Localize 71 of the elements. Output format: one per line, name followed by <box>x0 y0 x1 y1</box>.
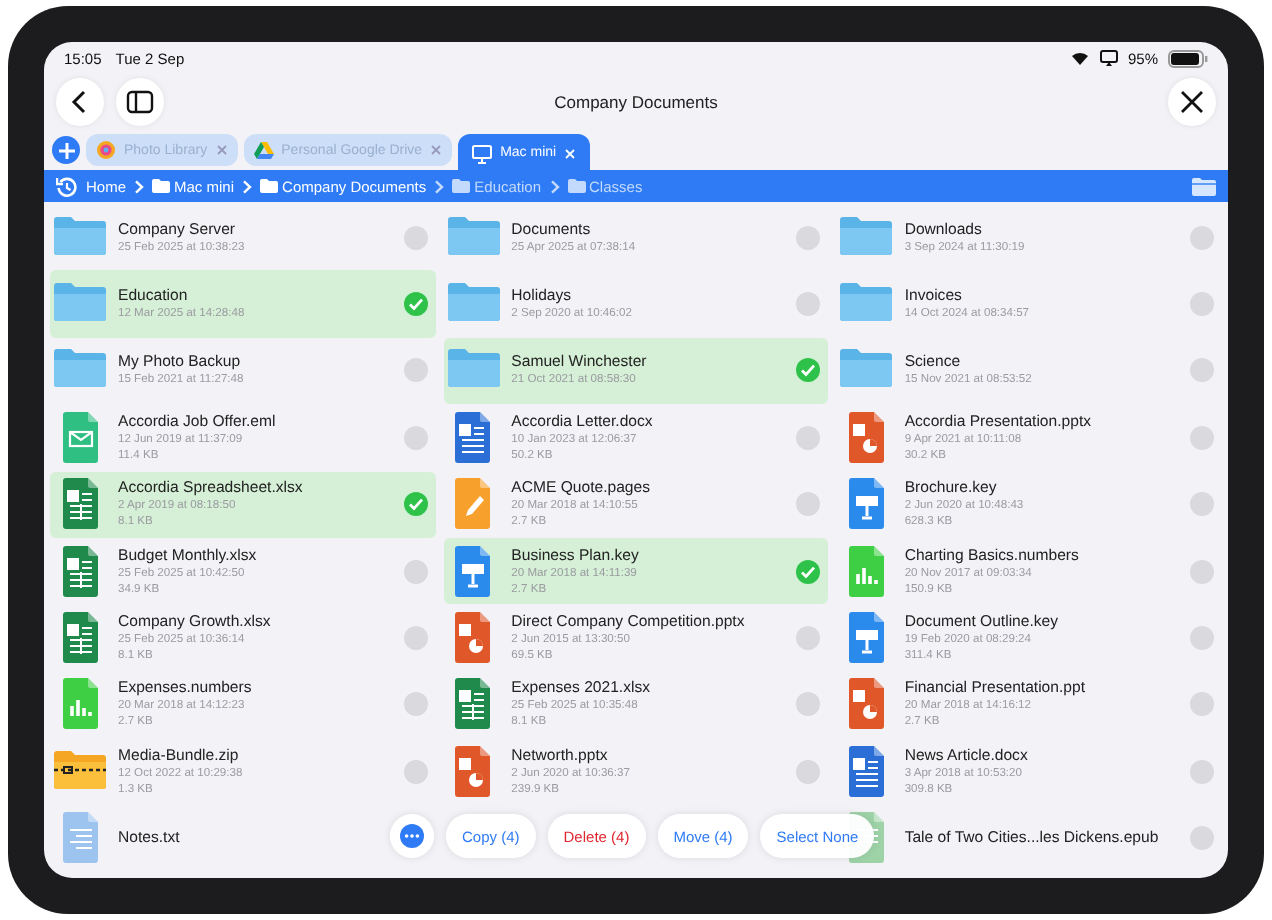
chevron-icon <box>242 179 253 193</box>
selection-circle[interactable] <box>1190 225 1214 250</box>
selection-circle[interactable] <box>796 425 821 450</box>
presentation-document-icon <box>454 745 493 798</box>
presentation-document-icon <box>847 678 886 731</box>
podium-document-icon <box>454 545 493 598</box>
sidebar-icon <box>126 90 154 114</box>
back-button[interactable] <box>56 78 104 126</box>
chart-document-icon <box>61 678 99 731</box>
photos-icon <box>96 140 116 160</box>
podium-document-icon <box>847 612 886 665</box>
close-tab-icon[interactable] <box>215 144 228 156</box>
wifi-icon <box>1069 50 1090 66</box>
more-button[interactable] <box>390 814 434 858</box>
selection-circle[interactable] <box>1190 559 1214 584</box>
spreadsheet-document-icon <box>61 612 99 665</box>
word-document-icon <box>847 745 886 798</box>
sidebar-button[interactable] <box>116 78 164 126</box>
computer-icon <box>472 143 493 163</box>
more-icon <box>400 824 424 848</box>
selection-circle[interactable] <box>403 425 428 450</box>
selection-circle[interactable] <box>796 559 821 584</box>
window-title: Company Documents <box>552 92 720 112</box>
selection-circle[interactable] <box>796 225 821 250</box>
selection-circle[interactable] <box>403 559 428 584</box>
selection-circle[interactable] <box>1190 759 1214 784</box>
selection-circle[interactable] <box>1190 292 1214 317</box>
spreadsheet-document-icon <box>61 545 99 598</box>
selection-circle[interactable] <box>796 692 821 717</box>
plus-icon <box>57 141 75 159</box>
presentation-document-icon <box>454 612 493 665</box>
close-button[interactable] <box>1168 78 1216 126</box>
selection-circle[interactable] <box>403 292 428 317</box>
drive-icon <box>253 140 274 160</box>
selection-circle[interactable] <box>1190 492 1214 517</box>
chevron-icon <box>434 179 445 193</box>
selection-circle[interactable] <box>796 759 821 784</box>
selection-circle[interactable] <box>796 626 821 651</box>
selection-circle[interactable] <box>1190 692 1214 717</box>
spreadsheet-document-icon <box>454 678 493 731</box>
spreadsheet-document-icon <box>61 478 99 531</box>
battery-icon <box>1168 49 1208 67</box>
folder-icon[interactable] <box>1192 176 1216 196</box>
selection-circle[interactable] <box>796 358 821 383</box>
chevron-icon <box>549 179 560 193</box>
mail-icon <box>61 411 99 464</box>
selection-circle[interactable] <box>1190 826 1214 851</box>
selection-circle[interactable] <box>403 358 428 383</box>
pen-document-icon <box>454 478 493 531</box>
selection-circle[interactable] <box>1190 425 1214 450</box>
text-document-icon <box>61 812 99 865</box>
selection-circle[interactable] <box>403 759 428 784</box>
back-icon <box>70 90 90 114</box>
word-document-icon <box>454 411 493 464</box>
selection-circle[interactable] <box>403 692 428 717</box>
selection-circle[interactable] <box>1190 358 1214 383</box>
history-icon[interactable] <box>56 175 78 197</box>
selection-circle[interactable] <box>796 292 821 317</box>
selection-circle[interactable] <box>403 626 428 651</box>
new-tab-button[interactable] <box>52 136 80 164</box>
chevron-icon <box>134 179 145 193</box>
presentation-document-icon <box>847 411 886 464</box>
chart-document-icon <box>847 545 886 598</box>
selection-circle[interactable] <box>1190 626 1214 651</box>
selection-circle[interactable] <box>403 225 428 250</box>
selection-circle[interactable] <box>403 492 428 517</box>
podium-document-icon <box>847 478 886 531</box>
screen-mirror-icon <box>1099 50 1118 66</box>
close-icon <box>1180 90 1204 114</box>
selection-circle[interactable] <box>796 492 821 517</box>
close-tab-icon[interactable] <box>430 144 443 156</box>
